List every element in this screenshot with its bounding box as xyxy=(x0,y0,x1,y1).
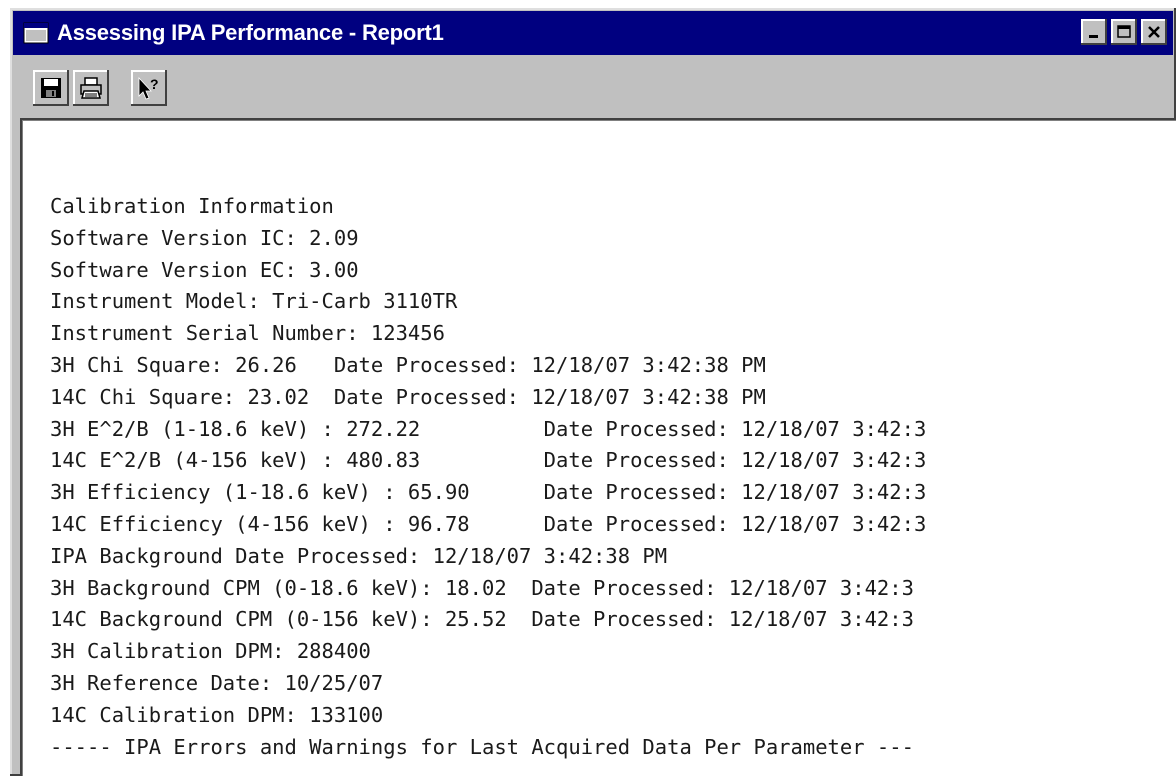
report-line: 3H Reference Date: 10/25/07 xyxy=(50,670,384,695)
report-text: Calibration Information Software Version … xyxy=(50,191,926,763)
report-line: ----- IPA Errors and Warnings for Last A… xyxy=(50,734,914,759)
context-help-icon: ? xyxy=(138,76,159,100)
close-button[interactable] xyxy=(1141,19,1167,45)
report-line: IPA Background Date Processed: 12/18/07 … xyxy=(50,543,668,568)
window-icon[interactable] xyxy=(23,22,49,44)
save-button[interactable] xyxy=(33,70,69,106)
report-line: 3H Efficiency (1-18.6 keV) : 65.90 Date … xyxy=(50,480,927,505)
report-line: Calibration Information xyxy=(50,194,334,218)
report-line: 3H Calibration DPM: 288400 xyxy=(50,639,371,664)
report-window: Assessing IPA Performance - Report1 ? Ca… xyxy=(10,8,1176,776)
print-icon xyxy=(80,77,102,99)
minimize-button[interactable] xyxy=(1081,19,1107,45)
report-line: 14C E^2/B (4-156 keV) : 480.83 Date Proc… xyxy=(50,448,927,473)
minimize-icon xyxy=(1089,35,1098,38)
report-line: 3H E^2/B (1-18.6 keV) : 272.22 Date Proc… xyxy=(50,416,927,441)
report-line: 3H Background CPM (0-18.6 keV): 18.02 Da… xyxy=(50,575,914,600)
report-line: 14C Calibration DPM: 133100 xyxy=(50,702,384,727)
report-line: Instrument Model: Tri-Carb 3110TR xyxy=(50,289,458,314)
svg-text:?: ? xyxy=(150,76,159,92)
window-controls xyxy=(1081,19,1167,45)
context-help-button[interactable]: ? xyxy=(131,70,167,106)
window-title: Assessing IPA Performance - Report1 xyxy=(57,20,444,45)
report-content[interactable]: Calibration Information Software Version … xyxy=(20,118,1176,776)
report-line: 3H Chi Square: 26.26 Date Processed: 12/… xyxy=(50,352,766,377)
title-bar[interactable]: Assessing IPA Performance - Report1 xyxy=(13,11,1173,55)
toolbar: ? xyxy=(13,58,1173,118)
close-icon xyxy=(1148,26,1160,38)
maximize-button[interactable] xyxy=(1111,19,1137,45)
print-button[interactable] xyxy=(73,70,109,106)
maximize-icon xyxy=(1117,25,1131,38)
report-line: 14C Efficiency (4-156 keV) : 96.78 Date … xyxy=(50,511,927,536)
report-line: 14C Chi Square: 23.02 Date Processed: 12… xyxy=(50,384,766,409)
report-line: 14C Background CPM (0-156 keV): 25.52 Da… xyxy=(50,607,914,632)
report-line: Software Version IC: 2.09 xyxy=(50,225,359,250)
report-line: Software Version EC: 3.00 xyxy=(50,257,359,282)
save-icon xyxy=(41,78,61,98)
report-line: Instrument Serial Number: 123456 xyxy=(50,321,445,346)
